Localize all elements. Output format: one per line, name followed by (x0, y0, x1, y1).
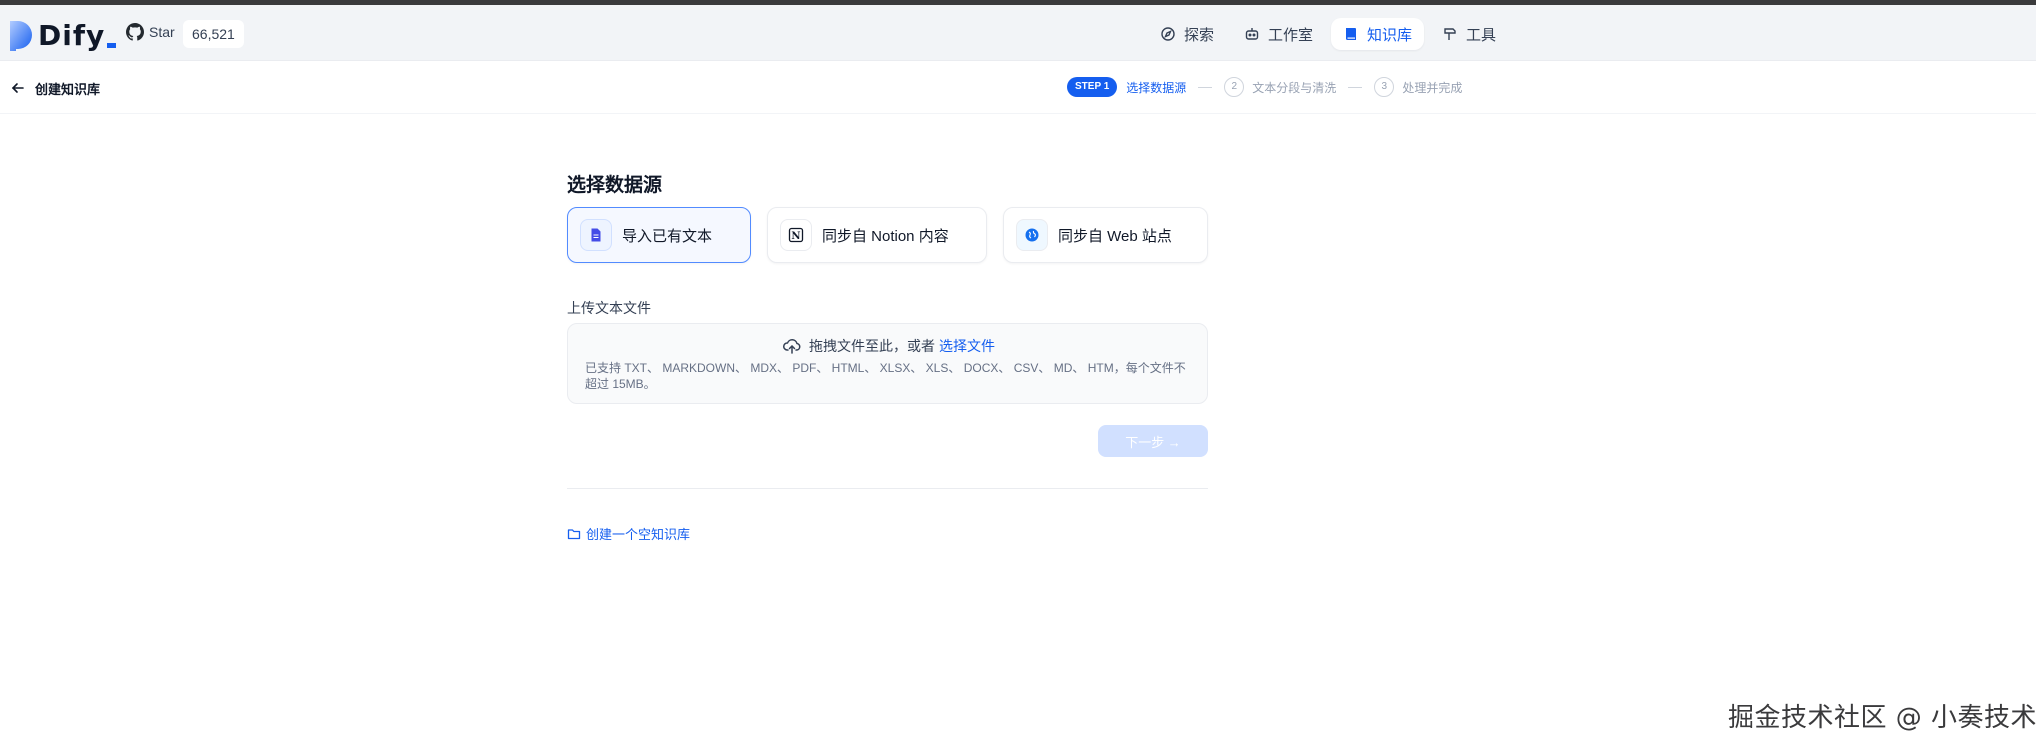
step3-number: 3 (1374, 77, 1395, 97)
source-import-icon-wrap (580, 219, 612, 251)
step1-label: 选择数据源 (1126, 80, 1187, 95)
step1-badge: STEP 1 (1067, 77, 1118, 97)
github-star-count: 66,521 (183, 20, 244, 48)
step3-label: 处理并完成 (1402, 80, 1463, 95)
logo-text: Dify (38, 19, 106, 52)
step2-number: 2 (1224, 77, 1245, 97)
step-separator (1198, 86, 1213, 88)
file-text-icon (591, 228, 601, 242)
folder-icon (567, 528, 581, 539)
dropzone-prompt: 拖拽文件至此，或者 选择文件 (568, 336, 1209, 356)
dropzone-hint: 已支持 TXT、 MARKDOWN、 MDX、 PDF、 HTML、 XLSX、… (585, 361, 1186, 391)
nav-studio[interactable]: 工作室 (1232, 18, 1325, 50)
source-import-text[interactable]: 导入已有文本 (567, 207, 751, 263)
source-website[interactable]: 同步自 Web 站点 (1003, 207, 1208, 263)
compass-icon (1161, 27, 1175, 41)
section-title: 选择数据源 (567, 175, 663, 196)
nav-explore-label: 探索 (1184, 26, 1215, 44)
next-step-button[interactable]: 下一步 → (1098, 425, 1208, 457)
github-star-label: Star (149, 24, 175, 40)
github-icon (126, 23, 144, 41)
hammer-icon (1444, 28, 1456, 40)
data-source-options: 导入已有文本 N 同步自 Notion 内容 同步自 Web 站点 (567, 207, 1208, 263)
source-website-label: 同步自 Web 站点 (1058, 227, 1172, 245)
nav-knowledge-label: 知识库 (1367, 26, 1413, 44)
globe-icon (1025, 228, 1039, 242)
robot-icon (1245, 28, 1259, 40)
nav-knowledge[interactable]: 知识库 (1331, 18, 1425, 50)
svg-text:N: N (791, 231, 800, 242)
dify-logo-icon (10, 20, 32, 51)
main-content: 选择数据源 导入已有文本 N 同步自 Notion 内容 同步自 Web 站点 … (567, 170, 1208, 542)
logo-underscore (107, 43, 117, 48)
nav-tools[interactable]: 工具 (1430, 18, 1508, 50)
create-empty-dataset-label: 创建一个空知识库 (586, 527, 691, 542)
create-empty-dataset-link[interactable]: 创建一个空知识库 (567, 524, 690, 543)
dify-logo[interactable]: Dify (10, 19, 117, 52)
choose-file-link[interactable]: 选择文件 (939, 336, 995, 356)
divider (567, 488, 1208, 489)
source-notion-icon-wrap: N (780, 219, 812, 251)
dropzone-text: 拖拽文件至此，或者 (809, 338, 935, 354)
source-website-icon-wrap (1016, 219, 1048, 251)
arrow-left-icon[interactable] (10, 80, 26, 96)
file-dropzone[interactable]: 拖拽文件至此，或者 选择文件 已支持 TXT、 MARKDOWN、 MDX、 P… (567, 323, 1208, 404)
main-nav: 探索 工作室 知识库 工具 (1148, 18, 1514, 50)
step-separator (1348, 86, 1363, 88)
nav-tools-label: 工具 (1466, 26, 1497, 44)
stepper: STEP 1 选择数据源 2 文本分段与清洗 3 处理并完成 (1067, 77, 1462, 97)
source-import-label: 导入已有文本 (622, 227, 713, 245)
nav-studio-label: 工作室 (1268, 26, 1314, 44)
upload-cloud-icon (783, 339, 801, 354)
top-header: Dify Star 66,521 探索 工作室 知识库 工具 (0, 5, 2036, 61)
book-icon (1346, 28, 1357, 40)
watermark: 掘金技术社区 @ 小奏技术 (1728, 703, 2036, 733)
source-notion[interactable]: N 同步自 Notion 内容 (767, 207, 987, 263)
create-dataset-bar: 创建知识库 STEP 1 选择数据源 2 文本分段与清洗 3 处理并完成 (0, 62, 2036, 114)
upload-label: 上传文本文件 (567, 300, 651, 316)
source-notion-label: 同步自 Notion 内容 (822, 227, 949, 245)
step2-label: 文本分段与清洗 (1252, 80, 1337, 95)
github-star-button[interactable]: Star (126, 23, 175, 41)
nav-explore[interactable]: 探索 (1148, 18, 1226, 50)
page-title: 创建知识库 (35, 82, 101, 97)
notion-icon: N (788, 227, 804, 243)
